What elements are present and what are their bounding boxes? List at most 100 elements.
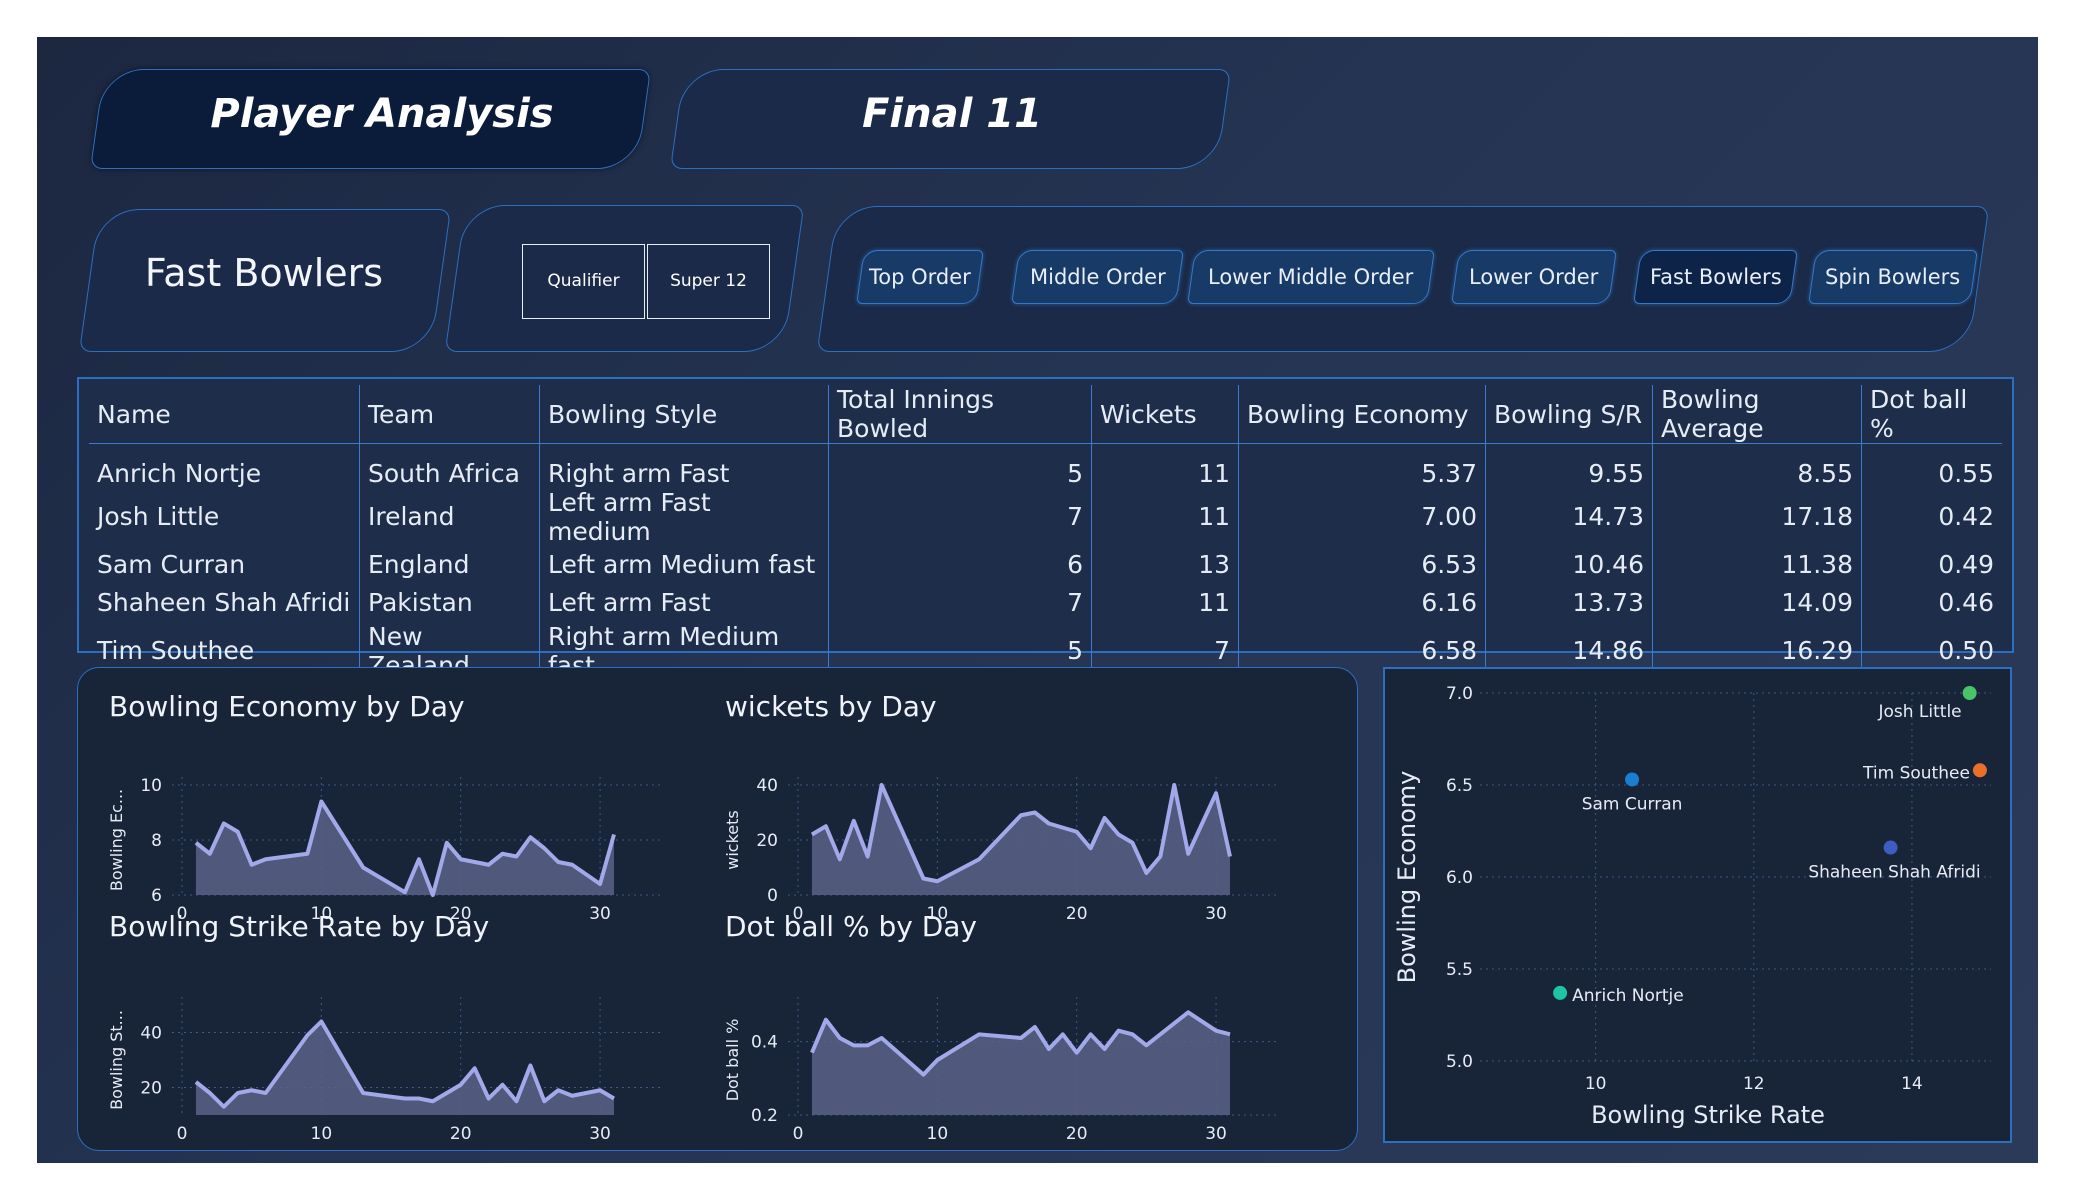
col-bowling-sr[interactable]: Bowling S/R [1485, 385, 1653, 444]
point-label: Anrich Nortje [1572, 986, 1684, 1006]
economy-by-day-chart: 0 10 20 306810Bowling Ec... [107, 776, 662, 924]
cell-bowling-style: Right arm Fast [539, 443, 829, 488]
bowlers-table-panel: Name Team Bowling Style Total Innings Bo… [77, 377, 2014, 680]
strike-rate-chart-title: Bowling Strike Rate by Day [109, 910, 490, 943]
x-tick-label: 0 [793, 1124, 804, 1144]
qualifier-button[interactable]: Qualifier [522, 244, 645, 319]
nav-top-order[interactable]: Top Order [856, 250, 984, 304]
x-tick-label: 12 [1743, 1074, 1765, 1094]
table-row[interactable]: Josh Little Ireland Left arm Fast medium… [89, 487, 2002, 546]
scatter-point [1553, 985, 1568, 1000]
cell-average: 17.18 [1652, 487, 1862, 546]
nav-spin-bowlers[interactable]: Spin Bowlers [1808, 250, 1978, 304]
table-header-row: Name Team Bowling Style Total Innings Bo… [89, 385, 2002, 444]
y-tick-label: 6.5 [1446, 776, 1473, 796]
cell-dot-ball: 0.55 [1938, 458, 1994, 488]
point-label: Shaheen Shah Afridi [1808, 863, 1980, 883]
bowlers-table: Name Team Bowling Style Total Innings Bo… [89, 385, 2002, 680]
table-row[interactable]: Anrich Nortje South Africa Right arm Fas… [89, 443, 2002, 488]
cell-name: Shaheen Shah Afridi [89, 583, 360, 622]
x-tick-label: 20 [450, 1124, 472, 1144]
col-dot-ball[interactable]: Dot ball % [1861, 385, 2002, 444]
cell-dot-ball: 0.49 [1938, 550, 1994, 579]
x-axis-label: Bowling Strike Rate [1591, 1101, 1825, 1129]
scatter-point [1883, 840, 1898, 855]
cell-economy: 6.16 [1238, 583, 1486, 622]
cell-wickets: 13 [1091, 545, 1239, 584]
cell-team: Ireland [359, 487, 540, 546]
cell-economy: 7.00 [1238, 487, 1486, 546]
area-fill [195, 801, 614, 895]
col-bowling-style[interactable]: Bowling Style [539, 385, 829, 444]
area-fill [195, 1021, 614, 1115]
strike-rate-by-day-chart: 0 10 20 30 20 40 Bowling St... [107, 997, 662, 1144]
y-tick-label: 6 [151, 886, 162, 906]
cell-strike-rate: 14.73 [1485, 487, 1653, 546]
cell-innings: 7 [828, 487, 1092, 546]
col-bowling-average[interactable]: Bowling Average [1652, 385, 1862, 444]
cell-team: England [359, 545, 540, 584]
y-tick-label: 20 [756, 831, 778, 851]
x-tick-label: 30 [1205, 904, 1227, 924]
dashboard-canvas: Player Analysis Final 11 Fast Bowlers Qu… [37, 37, 2038, 1163]
cell-wickets: 11 [1091, 487, 1239, 546]
cell-economy: 5.37 [1238, 443, 1486, 488]
cell-bowling-style: Left arm Fast medium [539, 487, 829, 546]
col-team[interactable]: Team [359, 385, 540, 444]
cell-innings: 6 [828, 545, 1092, 584]
final-11-label: Final 11 [862, 91, 1042, 137]
cell-dot-ball: 0.46 [1938, 588, 1994, 617]
y-tick-label: 40 [140, 1024, 162, 1044]
area-fill [811, 785, 1230, 895]
col-name[interactable]: Name [89, 385, 360, 444]
super-12-button[interactable]: Super 12 [647, 244, 770, 319]
y-tick-label: 5.0 [1446, 1052, 1473, 1072]
point-label: Sam Curran [1582, 794, 1683, 814]
x-tick-label: 20 [1066, 1124, 1088, 1144]
scatter-point [1962, 686, 1977, 700]
cell-bowling-style: Left arm Fast [539, 583, 829, 622]
nav-middle-order[interactable]: Middle Order [1011, 250, 1184, 304]
table-row[interactable]: Shaheen Shah Afridi Pakistan Left arm Fa… [89, 583, 2002, 622]
scatter-point [1625, 772, 1640, 787]
cell-strike-rate: 9.55 [1485, 443, 1653, 488]
dot-ball-by-day-chart: 0 10 20 30 0.2 0.4 Dot ball % [723, 997, 1278, 1144]
y-tick-label: 5.5 [1446, 960, 1473, 980]
nav-lower-order[interactable]: Lower Order [1451, 250, 1617, 304]
col-bowling-economy[interactable]: Bowling Economy [1238, 385, 1486, 444]
x-tick-label: 10 [927, 1124, 949, 1144]
y-tick-label: 10 [140, 776, 162, 796]
y-tick-label: 0 [767, 886, 778, 906]
x-tick-label: 30 [1205, 1124, 1227, 1144]
wickets-by-day-chart: 0 10 20 3002040wickets [723, 776, 1278, 924]
dot-ball-chart-title: Dot ball % by Day [725, 910, 977, 943]
col-total-innings[interactable]: Total Innings Bowled [828, 385, 1092, 444]
y-tick-label: 20 [140, 1079, 162, 1099]
economy-chart-title: Bowling Economy by Day [109, 690, 465, 723]
cell-average: 8.55 [1652, 443, 1862, 488]
cell-innings: 5 [828, 443, 1092, 488]
cell-economy: 6.53 [1238, 545, 1486, 584]
point-label: Tim Southee [1862, 763, 1970, 783]
y-tick-label: 40 [756, 776, 778, 796]
y-tick-label: 0.4 [751, 1033, 778, 1053]
x-tick-label: 10 [311, 1124, 333, 1144]
y-axis-label: Bowling Economy [1393, 771, 1421, 984]
x-tick-label: 0 [177, 1124, 188, 1144]
table-row[interactable]: Sam Curran England Left arm Medium fast … [89, 545, 2002, 584]
y-tick-label: 0.2 [751, 1106, 778, 1126]
cell-wickets: 11 [1091, 443, 1239, 488]
col-wickets[interactable]: Wickets [1091, 385, 1239, 444]
y-tick-label: 6.0 [1446, 868, 1473, 888]
nav-fast-bowlers[interactable]: Fast Bowlers [1633, 250, 1798, 304]
cell-team: South Africa [359, 443, 540, 488]
scatter-point [1972, 763, 1987, 778]
cell-team: Pakistan [359, 583, 540, 622]
x-tick-label: 10 [1585, 1074, 1607, 1094]
cell-bowling-style: Left arm Medium fast [539, 545, 829, 584]
cell-dot-ball: 0.42 [1938, 502, 1994, 531]
x-tick-label: 30 [589, 1124, 611, 1144]
nav-lower-middle-order[interactable]: Lower Middle Order [1187, 250, 1435, 304]
y-axis-label: Dot ball % [723, 1019, 742, 1102]
cell-strike-rate: 13.73 [1485, 583, 1653, 622]
